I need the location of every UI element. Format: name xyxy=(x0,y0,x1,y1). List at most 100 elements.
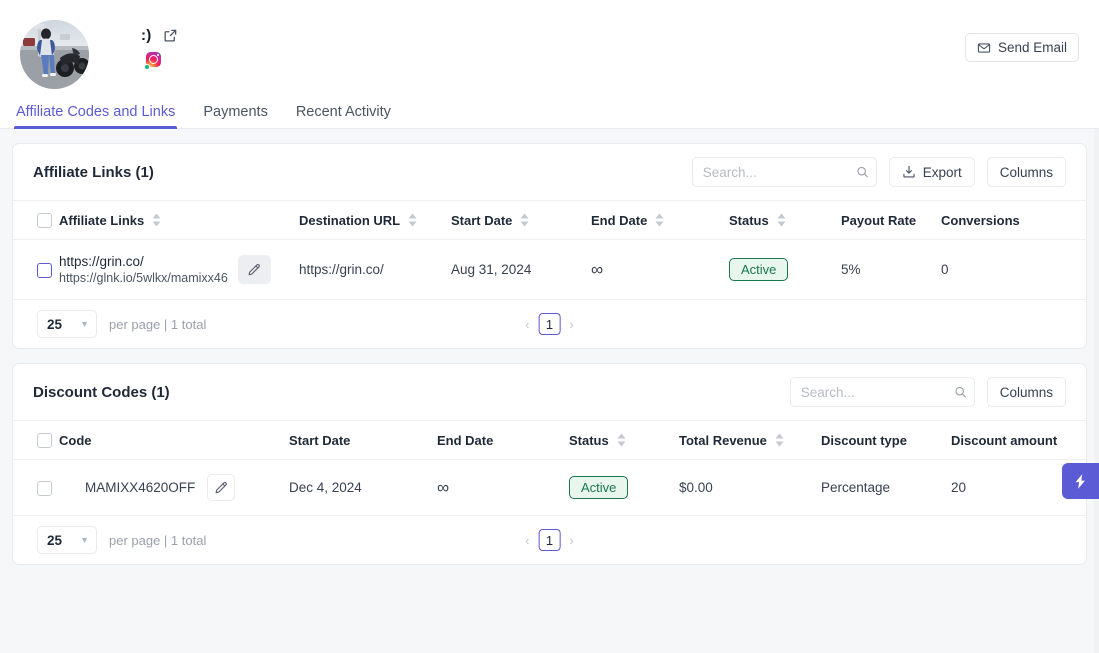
affiliate-links-table: Affiliate Links Destination URL Start Da… xyxy=(13,199,1086,301)
cell-conversions: 0 xyxy=(941,239,1086,301)
select-all-checkbox[interactable] xyxy=(37,213,52,229)
header-destination-url[interactable]: Destination URL xyxy=(299,199,451,241)
columns-label: Columns xyxy=(999,384,1053,400)
page-number-button[interactable]: 1 xyxy=(538,529,561,552)
prev-page-button[interactable]: ‹ xyxy=(525,317,529,332)
sort-icon[interactable] xyxy=(655,213,664,227)
lightning-bolt-icon xyxy=(1075,473,1085,489)
sort-icon[interactable] xyxy=(520,213,529,227)
search-icon xyxy=(954,386,967,399)
per-page-value: 25 xyxy=(47,316,63,332)
table-row[interactable]: https://grin.co/ https://glnk.io/5wlkx/m… xyxy=(13,239,1086,301)
discount-codes-card: Discount Codes (1) Columns xyxy=(12,363,1087,566)
cell-affiliate-link: https://grin.co/ https://glnk.io/5wlkx/m… xyxy=(59,239,299,301)
header-label: Discount type xyxy=(821,432,907,448)
tab-recent-activity[interactable]: Recent Activity xyxy=(294,104,393,128)
pencil-icon xyxy=(215,481,228,493)
row-select-cell xyxy=(13,459,59,517)
header-label: Status xyxy=(569,432,609,448)
page-scrollbar[interactable] xyxy=(1094,129,1099,653)
header-label: Discount amount xyxy=(951,432,1058,448)
per-page-label: per page | 1 total xyxy=(109,532,207,548)
profile-name-row: :) xyxy=(141,24,178,46)
prev-page-button[interactable]: ‹ xyxy=(525,533,529,548)
discount-codes-title: Discount Codes (1) xyxy=(33,383,170,401)
cell-status: Active xyxy=(729,239,841,301)
header-status[interactable]: Status xyxy=(569,420,679,461)
columns-button[interactable]: Columns xyxy=(986,377,1066,408)
page-body: Affiliate Links (1) Export xyxy=(0,129,1099,653)
header-start-date[interactable]: Start Date xyxy=(289,420,437,461)
header-status[interactable]: Status xyxy=(729,199,841,241)
select-all-header xyxy=(13,199,59,241)
status-badge: Active xyxy=(729,258,789,282)
affiliate-link-short-url[interactable]: https://glnk.io/5wlkx/mamixx46 xyxy=(59,271,228,285)
header-start-date[interactable]: Start Date xyxy=(451,199,591,241)
edit-affiliate-link-button[interactable] xyxy=(237,255,271,285)
edit-discount-code-button[interactable] xyxy=(207,474,236,502)
header-conversions[interactable]: Conversions xyxy=(941,199,1086,241)
table-header-row: Code Start Date End Date Status Total Re… xyxy=(13,420,1086,461)
header-label: Destination URL xyxy=(299,212,401,228)
affiliate-links-card: Affiliate Links (1) Export xyxy=(12,143,1087,350)
tab-affiliate-codes-and-links[interactable]: Affiliate Codes and Links xyxy=(14,104,178,129)
header-label: Start Date xyxy=(289,432,351,448)
external-link-icon[interactable] xyxy=(163,28,178,43)
send-email-button[interactable]: Send Email xyxy=(964,33,1079,62)
header-end-date[interactable]: End Date xyxy=(437,420,569,461)
cell-total-revenue: $0.00 xyxy=(679,459,821,517)
header-payout-rate[interactable]: Payout Rate xyxy=(841,199,941,241)
cell-end-date: ∞ xyxy=(591,239,729,301)
online-status-dot xyxy=(144,64,150,70)
discount-codes-card-header: Discount Codes (1) Columns xyxy=(13,364,1086,420)
infinity-symbol: ∞ xyxy=(437,478,449,498)
mail-icon xyxy=(977,41,991,55)
header-discount-amount[interactable]: Discount amount xyxy=(951,420,1086,461)
sort-icon[interactable] xyxy=(152,213,161,227)
columns-button[interactable]: Columns xyxy=(986,157,1066,187)
columns-label: Columns xyxy=(999,164,1053,180)
profile-header: :) Send Email xyxy=(0,0,1099,92)
row-checkbox[interactable] xyxy=(37,480,52,496)
next-page-button[interactable]: › xyxy=(570,317,574,332)
instagram-icon[interactable] xyxy=(144,52,162,70)
discount-code-value: MAMIXX4620OFF xyxy=(85,480,196,496)
search-input[interactable] xyxy=(789,377,975,408)
cell-start-date: Dec 4, 2024 xyxy=(289,459,437,517)
table-row[interactable]: MAMIXX4620OFF Dec 4, 2024 ∞ Active $0.00… xyxy=(13,459,1086,517)
page-number-button[interactable]: 1 xyxy=(538,313,561,336)
next-page-button[interactable]: › xyxy=(570,533,574,548)
profile-meta: :) xyxy=(141,24,178,70)
table-header-row: Affiliate Links Destination URL Start Da… xyxy=(13,199,1086,241)
export-button[interactable]: Export xyxy=(888,157,975,187)
row-checkbox[interactable] xyxy=(37,262,52,278)
quick-actions-tab[interactable] xyxy=(1062,463,1099,499)
export-icon xyxy=(902,165,916,179)
affiliate-links-search[interactable] xyxy=(691,157,877,187)
header-end-date[interactable]: End Date xyxy=(591,199,729,241)
cell-destination-url: https://grin.co/ xyxy=(299,239,451,301)
header-label: End Date xyxy=(591,212,648,228)
header-code[interactable]: Code xyxy=(59,420,289,461)
header-affiliate-links[interactable]: Affiliate Links xyxy=(59,199,299,241)
sort-icon[interactable] xyxy=(777,213,786,227)
header-discount-type[interactable]: Discount type xyxy=(821,420,951,461)
header-label: End Date xyxy=(437,432,494,448)
affiliate-links-card-header: Affiliate Links (1) Export xyxy=(13,144,1086,200)
header-total-revenue[interactable]: Total Revenue xyxy=(679,420,821,461)
discount-codes-search[interactable] xyxy=(789,377,975,408)
row-select-cell xyxy=(13,239,59,301)
select-all-checkbox[interactable] xyxy=(37,433,52,449)
avatar[interactable] xyxy=(20,20,89,89)
status-badge: Active xyxy=(569,476,629,500)
search-input[interactable] xyxy=(691,157,877,187)
chevron-down-icon: ▼ xyxy=(80,535,89,546)
affiliate-link-url[interactable]: https://grin.co/ xyxy=(59,254,228,269)
tab-payments[interactable]: Payments xyxy=(201,104,269,128)
search-icon xyxy=(856,166,869,179)
per-page-select[interactable]: 25 ▼ xyxy=(37,526,97,555)
sort-icon[interactable] xyxy=(617,433,626,447)
sort-icon[interactable] xyxy=(408,213,417,227)
per-page-select[interactable]: 25 ▼ xyxy=(37,310,97,339)
sort-icon[interactable] xyxy=(775,433,784,447)
